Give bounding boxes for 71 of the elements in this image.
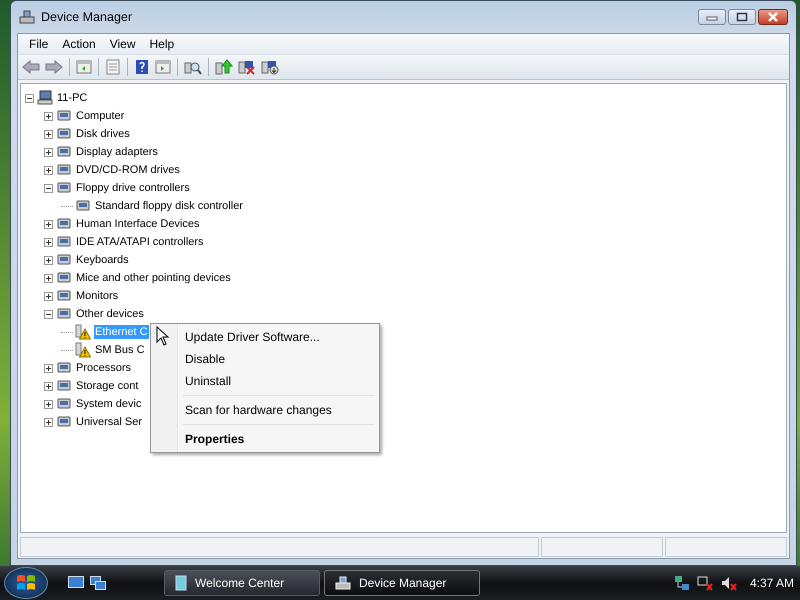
menu-item[interactable]: View bbox=[102, 36, 142, 52]
help-icon[interactable] bbox=[134, 59, 150, 75]
switch-windows-icon[interactable] bbox=[90, 576, 106, 590]
tree-item[interactable]: Mice and other pointing devices bbox=[75, 271, 232, 285]
tree-item[interactable]: Monitors bbox=[75, 289, 120, 303]
menu-item[interactable]: Help bbox=[142, 36, 182, 52]
device-manager-icon bbox=[335, 575, 351, 591]
expand-icon[interactable] bbox=[44, 130, 52, 138]
tree-item[interactable]: Storage cont bbox=[75, 379, 140, 393]
tree-item[interactable]: Human Interface Devices bbox=[75, 217, 200, 231]
menu-item[interactable]: Uninstall bbox=[153, 370, 377, 392]
tree-item[interactable]: 11-PC bbox=[56, 91, 88, 105]
menu-item[interactable]: Action bbox=[55, 36, 103, 52]
collapse-icon[interactable] bbox=[44, 310, 52, 318]
clock[interactable]: 4:37 AM bbox=[750, 576, 794, 590]
collapse-icon[interactable] bbox=[44, 184, 52, 192]
expand-icon[interactable] bbox=[44, 292, 52, 300]
update-driver-icon[interactable] bbox=[215, 59, 233, 75]
menu-item[interactable]: File bbox=[22, 36, 56, 52]
mouse-cursor-icon bbox=[156, 326, 170, 346]
taskbar-button[interactable]: Device Manager bbox=[324, 570, 480, 596]
menu-item[interactable]: Scan for hardware changes bbox=[153, 399, 377, 421]
device-manager-icon bbox=[19, 9, 35, 25]
expand-icon[interactable] bbox=[44, 166, 52, 174]
tree-item[interactable]: Other devices bbox=[75, 307, 145, 321]
tree-item[interactable]: System devic bbox=[75, 397, 142, 411]
tree-item[interactable]: Floppy drive controllers bbox=[75, 181, 191, 195]
volume-muted-icon[interactable] bbox=[720, 575, 738, 591]
network-icon[interactable] bbox=[674, 575, 690, 591]
menu-item[interactable]: Update Driver Software... bbox=[153, 326, 377, 348]
taskbar-button[interactable]: Welcome Center bbox=[164, 570, 320, 596]
properties-icon[interactable] bbox=[105, 59, 121, 75]
tree-item[interactable]: Disk drives bbox=[75, 127, 131, 141]
tree-item[interactable]: Processors bbox=[75, 361, 132, 375]
tree-item[interactable]: Keyboards bbox=[75, 253, 130, 267]
expand-icon[interactable] bbox=[44, 364, 52, 372]
expand-icon[interactable] bbox=[44, 400, 52, 408]
tree-item[interactable]: Computer bbox=[75, 109, 126, 123]
expand-icon[interactable] bbox=[44, 382, 52, 390]
close-button[interactable] bbox=[758, 9, 788, 25]
expand-icon[interactable] bbox=[44, 238, 52, 246]
forward-icon[interactable] bbox=[45, 59, 63, 75]
maximize-icon bbox=[736, 12, 748, 22]
expand-icon[interactable] bbox=[44, 274, 52, 282]
network-disconnected-icon[interactable] bbox=[696, 575, 714, 591]
tree-item[interactable]: Universal Ser bbox=[75, 415, 144, 429]
minimize-button[interactable] bbox=[698, 9, 726, 25]
window-title: Device Manager bbox=[41, 10, 132, 24]
tree-item[interactable]: DVD/CD-ROM drives bbox=[75, 163, 181, 177]
expand-icon[interactable] bbox=[44, 256, 52, 264]
disable-icon[interactable] bbox=[261, 59, 279, 75]
close-icon bbox=[766, 12, 780, 22]
panel-icon[interactable] bbox=[155, 59, 171, 75]
expand-icon[interactable] bbox=[44, 112, 52, 120]
maximize-button[interactable] bbox=[728, 9, 756, 25]
expand-icon[interactable] bbox=[44, 148, 52, 156]
uninstall-icon[interactable] bbox=[238, 59, 256, 75]
console-tree-icon[interactable] bbox=[76, 59, 92, 75]
tree-item[interactable]: Display adapters bbox=[75, 145, 159, 159]
expand-icon[interactable] bbox=[44, 418, 52, 426]
tree-item[interactable]: SM Bus C bbox=[94, 343, 146, 357]
welcome-center-icon bbox=[175, 575, 187, 591]
back-icon[interactable] bbox=[22, 59, 40, 75]
collapse-icon[interactable] bbox=[24, 94, 34, 102]
menu-item[interactable]: Properties bbox=[153, 428, 377, 450]
show-desktop-icon[interactable] bbox=[68, 576, 84, 590]
tree-item[interactable]: IDE ATA/ATAPI controllers bbox=[75, 235, 205, 249]
menu-item[interactable]: Disable bbox=[153, 348, 377, 370]
start-button[interactable] bbox=[4, 567, 48, 599]
expand-icon[interactable] bbox=[44, 220, 52, 228]
tree-item[interactable]: Standard floppy disk controller bbox=[94, 199, 244, 213]
